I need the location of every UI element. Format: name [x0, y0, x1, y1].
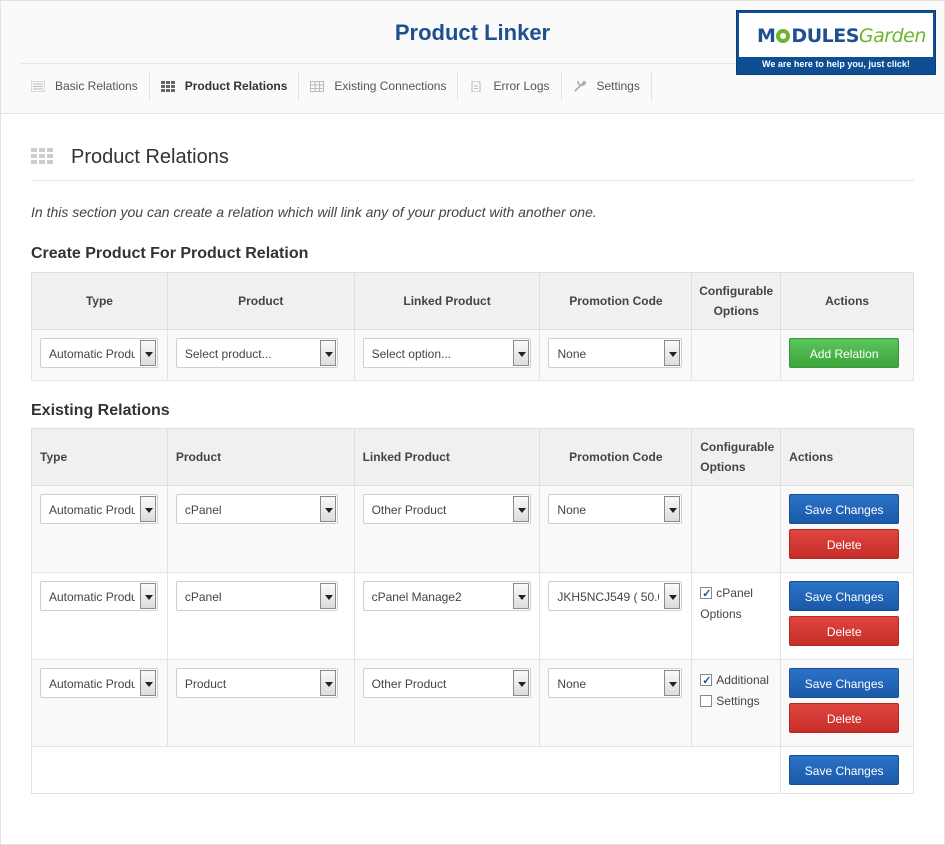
- chevron-down-icon: [140, 583, 156, 609]
- chevron-down-icon: [140, 340, 156, 366]
- type-select[interactable]: Automatic Product: [40, 668, 158, 698]
- table-icon: [310, 80, 325, 92]
- list-icon: [31, 80, 45, 92]
- option-label-line2: Options: [700, 607, 742, 621]
- col-promotion-code: Promotion Code: [539, 428, 693, 486]
- option-label: Settings: [716, 694, 760, 708]
- product-select[interactable]: cPanel: [175, 494, 338, 524]
- chevron-down-icon: [319, 670, 336, 696]
- save-changes-button[interactable]: Save Changes: [789, 581, 900, 611]
- tab-label: Existing Connections: [334, 79, 447, 93]
- tab-settings[interactable]: Settings: [562, 71, 652, 101]
- table-header-row: Type Product Linked Product Promotion Co…: [31, 428, 914, 486]
- logo-panel: M DULESGarden: [739, 13, 933, 57]
- table-header-row: Type Product Linked Product Promotion Co…: [31, 272, 914, 330]
- modulesgarden-logo[interactable]: M DULESGarden We are here to help you, ju…: [736, 10, 936, 75]
- logo-tagline: We are here to help you, just click!: [762, 59, 910, 69]
- col-promotion-code: Promotion Code: [539, 272, 693, 330]
- tab-error-logs[interactable]: Error Logs: [458, 71, 562, 101]
- chevron-down-icon: [512, 670, 529, 696]
- chevron-down-icon: [664, 496, 681, 522]
- configurable-options-cell: Additional Settings: [691, 659, 782, 747]
- save-changes-button[interactable]: Save Changes: [789, 494, 900, 524]
- promotion-code-select[interactable]: JKH5NCJ549 ( 50.00: [548, 581, 683, 611]
- tab-existing-connections[interactable]: Existing Connections: [299, 71, 459, 101]
- promotion-code-select[interactable]: None: [548, 338, 683, 368]
- col-type: Type: [31, 272, 168, 330]
- option-label: Additional: [716, 673, 769, 687]
- existing-heading: Existing Relations: [31, 402, 170, 419]
- col-configurable-options: Configurable Options: [691, 272, 782, 330]
- product-select[interactable]: Product: [175, 668, 338, 698]
- chevron-down-icon: [512, 340, 529, 366]
- col-linked-product: Linked Product: [353, 272, 541, 330]
- chevron-down-icon: [664, 583, 681, 609]
- chevron-down-icon: [319, 496, 336, 522]
- promotion-code-select[interactable]: None: [548, 494, 683, 524]
- chevron-down-icon: [512, 583, 529, 609]
- chevron-down-icon: [319, 583, 336, 609]
- col-product: Product: [166, 272, 355, 330]
- col-actions: Actions: [780, 428, 914, 486]
- linked-product-select[interactable]: Other Product: [362, 668, 531, 698]
- page-title: Product Relations: [71, 146, 229, 168]
- tab-label: Basic Relations: [55, 79, 138, 93]
- option-label: cPanel: [716, 586, 753, 600]
- option-checkbox[interactable]: [700, 671, 713, 692]
- tab-product-relations[interactable]: Product Relations: [150, 71, 300, 101]
- option-checkbox[interactable]: [700, 695, 713, 707]
- col-actions: Actions: [780, 272, 914, 330]
- table-row: Automatic Product cPanel Other Product N…: [31, 485, 914, 573]
- grid-icon: [160, 80, 175, 92]
- configurable-options-cell: cPanel Options: [691, 572, 782, 660]
- existing-relations-table: Type Product Linked Product Promotion Co…: [30, 428, 914, 794]
- col-type: Type: [31, 428, 168, 486]
- section-intro: In this section you can create a relatio…: [31, 204, 597, 220]
- tab-bar: Basic Relations Product Relations Existi…: [20, 71, 652, 101]
- wrench-icon: [573, 80, 586, 92]
- delete-button[interactable]: Delete: [789, 703, 900, 733]
- grid-icon: [31, 148, 53, 164]
- tab-label: Settings: [596, 79, 640, 93]
- type-select[interactable]: Automatic Product: [40, 581, 158, 611]
- logo-wordmark: M DULESGarden: [757, 25, 926, 47]
- tab-label: Product Relations: [184, 79, 288, 93]
- gear-icon: [776, 29, 791, 43]
- product-select[interactable]: Select product...: [175, 338, 338, 368]
- table-row: Automatic Product cPanel cPanel Manage2 …: [31, 572, 914, 660]
- delete-button[interactable]: Delete: [789, 616, 900, 646]
- document-icon: [471, 80, 481, 92]
- save-changes-button[interactable]: Save Changes: [789, 668, 900, 698]
- table-row: Automatic Product Select product... Sele…: [31, 329, 914, 381]
- chevron-down-icon: [664, 670, 681, 696]
- add-relation-button[interactable]: Add Relation: [789, 338, 900, 368]
- tab-label: Error Logs: [493, 79, 550, 93]
- chevron-down-icon: [664, 340, 681, 366]
- delete-button[interactable]: Delete: [789, 529, 900, 559]
- col-linked-product: Linked Product: [353, 428, 541, 486]
- configurable-options-cell: [691, 485, 782, 573]
- linked-product-select[interactable]: cPanel Manage2: [362, 581, 531, 611]
- create-heading: Create Product For Product Relation: [31, 245, 309, 262]
- tab-basic-relations[interactable]: Basic Relations: [20, 71, 150, 101]
- col-configurable-options: Configurable Options: [691, 428, 782, 486]
- save-all-changes-button[interactable]: Save Changes: [789, 755, 900, 785]
- section-header: Product Relations: [31, 140, 914, 181]
- chevron-down-icon: [140, 496, 156, 522]
- promotion-code-select[interactable]: None: [548, 668, 683, 698]
- table-row: Automatic Product Product Other Product …: [31, 659, 914, 747]
- chevron-down-icon: [512, 496, 529, 522]
- product-select[interactable]: cPanel: [175, 581, 338, 611]
- linked-product-select[interactable]: Select option...: [362, 338, 531, 368]
- table-footer-row: Save Changes: [30, 746, 914, 794]
- type-select[interactable]: Automatic Product: [40, 338, 158, 368]
- option-checkbox[interactable]: [700, 584, 713, 605]
- type-select[interactable]: Automatic Product: [40, 494, 158, 524]
- create-relation-table: Type Product Linked Product Promotion Co…: [31, 272, 914, 381]
- configurable-options-cell: [691, 329, 782, 381]
- linked-product-select[interactable]: Other Product: [362, 494, 531, 524]
- col-product: Product: [166, 428, 355, 486]
- chevron-down-icon: [140, 670, 156, 696]
- chevron-down-icon: [319, 340, 336, 366]
